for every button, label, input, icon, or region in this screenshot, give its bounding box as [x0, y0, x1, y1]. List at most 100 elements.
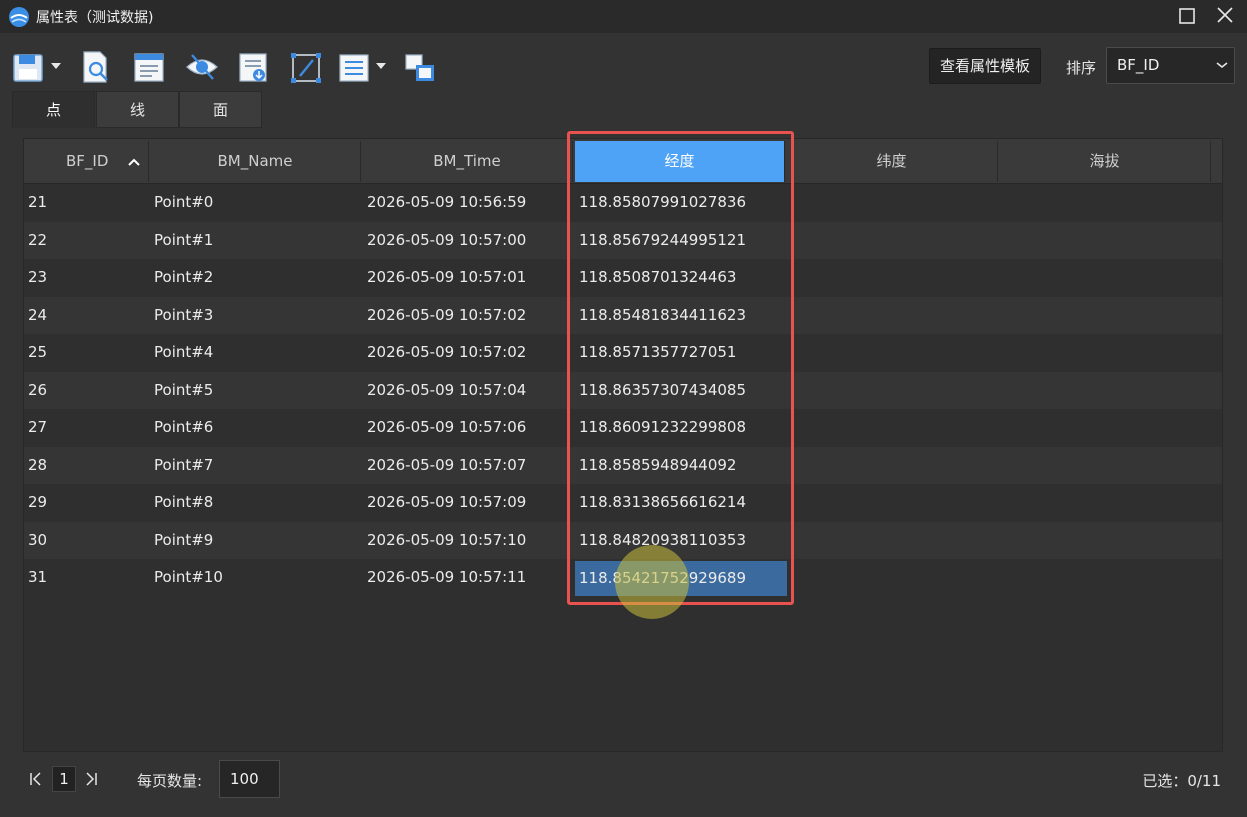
app-logo-icon — [9, 7, 29, 27]
last-page-icon[interactable] — [84, 771, 98, 787]
cell-bm-name[interactable]: Point#7 — [154, 447, 213, 484]
cell-bm-time[interactable]: 2026-05-09 10:57:01 — [367, 259, 526, 296]
save-dropdown-chevron-icon[interactable] — [51, 63, 61, 69]
cell-bm-name[interactable]: Point#5 — [154, 372, 213, 409]
list-button[interactable] — [338, 49, 372, 85]
cell-longitude[interactable]: 118.8571357727051 — [579, 334, 736, 371]
cell-bm-time[interactable]: 2026-05-09 10:57:02 — [367, 334, 526, 371]
cell-bf-id[interactable]: 22 — [28, 222, 47, 259]
close-icon — [1217, 7, 1233, 23]
sort-ascending-icon — [128, 158, 140, 166]
cell-bm-time[interactable]: 2026-05-09 10:57:00 — [367, 222, 526, 259]
cell-longitude[interactable]: 118.85481834411623 — [579, 297, 746, 334]
column-header-label: BF_ID — [66, 152, 109, 170]
cell-bm-name[interactable]: Point#2 — [154, 259, 213, 296]
maximize-icon — [1179, 8, 1195, 24]
cell-bm-name[interactable]: Point#1 — [154, 222, 213, 259]
cell-longitude[interactable]: 118.85807991027836 — [579, 184, 746, 221]
query-button[interactable] — [80, 49, 114, 85]
chevron-down-icon — [1216, 62, 1228, 69]
cell-longitude[interactable]: 118.86091232299808 — [579, 409, 746, 446]
hide-button[interactable] — [185, 49, 219, 85]
cell-bf-id[interactable]: 21 — [28, 184, 47, 221]
layers-icon — [405, 54, 434, 81]
cell-bf-id[interactable]: 23 — [28, 259, 47, 296]
save-icon — [13, 54, 43, 82]
cell-bm-time[interactable]: 2026-05-09 10:57:02 — [367, 297, 526, 334]
column-header-bf-id[interactable]: BF_ID — [24, 141, 149, 182]
edit-button[interactable] — [289, 49, 323, 85]
column-header-bm-name[interactable]: BM_Name — [150, 141, 361, 182]
cell-bf-id[interactable]: 29 — [28, 484, 47, 521]
cell-bm-name[interactable]: Point#9 — [154, 522, 213, 559]
column-header-bm-time[interactable]: BM_Time — [362, 141, 573, 182]
tab-polygon[interactable]: 面 — [179, 91, 262, 128]
tab-point[interactable]: 点 — [12, 91, 95, 128]
toolbar — [0, 45, 1247, 89]
table-row[interactable]: 28 Point#7 2026-05-09 10:57:07 118.85859489… — [24, 446, 1222, 484]
cell-bm-name[interactable]: Point#3 — [154, 297, 213, 334]
cell-bm-time[interactable]: 2026-05-09 10:57:10 — [367, 522, 526, 559]
cell-longitude[interactable]: 118.8508701324463 — [579, 259, 736, 296]
table-row[interactable]: 24 Point#3 2026-05-09 10:57:02 118.85481834… — [24, 296, 1222, 334]
table-row[interactable]: 29 Point#8 2026-05-09 10:57:09 118.83138656… — [24, 484, 1222, 521]
page-size-label: 每页数量: — [137, 772, 203, 790]
cell-bm-time[interactable]: 2026-05-09 10:56:59 — [367, 184, 526, 221]
sort-select[interactable]: BF_ID — [1106, 47, 1235, 84]
search-doc-icon — [83, 51, 108, 83]
export-button[interactable] — [237, 49, 271, 85]
first-page-icon[interactable] — [29, 771, 43, 787]
cell-longitude[interactable]: 118.8585948944092 — [579, 447, 736, 484]
column-header-longitude[interactable]: 经度 — [575, 141, 785, 182]
table-row[interactable]: 21 Point#0 2026-05-09 10:56:59 118.85807991… — [24, 184, 1222, 221]
cell-bm-time[interactable]: 2026-05-09 10:57:06 — [367, 409, 526, 446]
table-row[interactable]: 27 Point#6 2026-05-09 10:57:06 118.86091232… — [24, 409, 1222, 446]
cell-bf-id[interactable]: 30 — [28, 522, 47, 559]
attribute-table-window: 属性表（测试数据) 查看属性模板 排序 BF_ID 点 线 面 BF_ID BM… — [0, 0, 1247, 817]
table-row[interactable]: 22 Point#1 2026-05-09 10:57:00 118.85679244… — [24, 221, 1222, 259]
hide-icon — [186, 54, 218, 80]
cell-bm-time[interactable]: 2026-05-09 10:57:11 — [367, 559, 526, 596]
table-row[interactable]: 25 Point#4 2026-05-09 10:57:02 118.85713577… — [24, 334, 1222, 371]
cell-bm-name[interactable]: Point#10 — [154, 559, 223, 596]
cell-bm-name[interactable]: Point#8 — [154, 484, 213, 521]
field-button[interactable] — [132, 49, 166, 85]
cell-bm-name[interactable]: Point#4 — [154, 334, 213, 371]
tab-line[interactable]: 线 — [96, 91, 179, 128]
cell-bm-name[interactable]: Point#6 — [154, 409, 213, 446]
cell-longitude[interactable]: 118.86357307434085 — [579, 372, 746, 409]
save-button[interactable] — [12, 49, 46, 85]
cell-bf-id[interactable]: 28 — [28, 447, 47, 484]
cell-bm-time[interactable]: 2026-05-09 10:57:04 — [367, 372, 526, 409]
column-header-latitude[interactable]: 纬度 — [786, 141, 998, 182]
close-button[interactable] — [1212, 4, 1238, 28]
table-row[interactable]: 23 Point#2 2026-05-09 10:57:01 118.85087013… — [24, 259, 1222, 296]
sort-selected-value: BF_ID — [1117, 56, 1160, 74]
window-title: 属性表（测试数据) — [36, 10, 154, 26]
table-row[interactable]: 30 Point#9 2026-05-09 10:57:10 118.84820938… — [24, 521, 1222, 559]
view-attribute-template-button[interactable]: 查看属性模板 — [929, 48, 1041, 84]
cell-bm-time[interactable]: 2026-05-09 10:57:09 — [367, 484, 526, 521]
cell-bf-id[interactable]: 27 — [28, 409, 47, 446]
list-dropdown-chevron-icon[interactable] — [376, 63, 386, 69]
page-size-input[interactable] — [219, 760, 280, 798]
list-icon — [339, 54, 369, 82]
cell-longitude[interactable]: 118.85421752929689 — [575, 561, 787, 596]
column-header-altitude[interactable]: 海拔 — [999, 141, 1211, 182]
table-row[interactable]: 26 Point#5 2026-05-09 10:57:04 118.86357307… — [24, 371, 1222, 409]
cell-bf-id[interactable]: 26 — [28, 372, 47, 409]
cell-longitude[interactable]: 118.85679244995121 — [579, 222, 746, 259]
cell-bm-time[interactable]: 2026-05-09 10:57:07 — [367, 447, 526, 484]
maximize-button[interactable] — [1174, 4, 1200, 28]
cell-bf-id[interactable]: 31 — [28, 559, 47, 596]
table-row[interactable]: 31 Point#10 2026-05-09 10:57:11 118.8542175… — [24, 559, 1222, 596]
cell-longitude[interactable]: 118.84820938110353 — [579, 522, 746, 559]
cell-bf-id[interactable]: 25 — [28, 334, 47, 371]
grid-header: BF_ID BM_Name BM_Time 经度 纬度 海拔 — [24, 139, 1222, 184]
cell-bf-id[interactable]: 24 — [28, 297, 47, 334]
cell-longitude[interactable]: 118.83138656616214 — [579, 484, 746, 521]
pagination-bar: 1 每页数量: 已选：0/11 — [0, 755, 1247, 805]
cell-bm-name[interactable]: Point#0 — [154, 184, 213, 221]
layers-button[interactable] — [404, 49, 438, 85]
current-page[interactable]: 1 — [52, 766, 76, 792]
